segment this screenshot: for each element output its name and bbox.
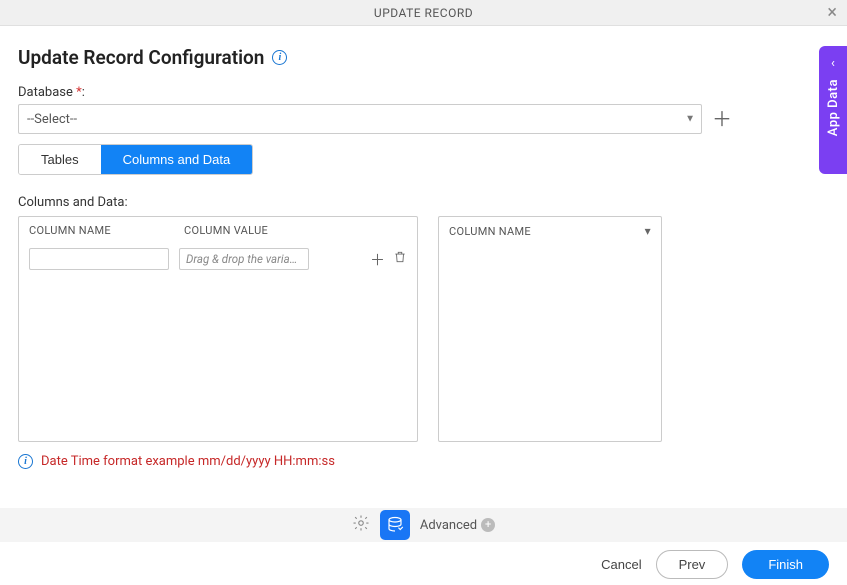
column-value-header: COLUMN VALUE xyxy=(184,224,407,237)
database-label-text: Database xyxy=(18,85,73,100)
chevron-left-icon: ‹ xyxy=(831,56,835,71)
delete-row-icon[interactable] xyxy=(393,250,407,268)
page-title-row: Update Record Configuration i xyxy=(18,46,829,69)
column-row: Drag & drop the varia… ＋ xyxy=(19,244,417,274)
footer: Cancel Prev Finish xyxy=(0,543,847,585)
hint-row: i Date Time format example mm/dd/yyyy HH… xyxy=(18,454,829,469)
side-panel-toggle[interactable]: ‹ App Data xyxy=(819,46,847,174)
column-name-input[interactable] xyxy=(29,248,169,270)
page-title: Update Record Configuration xyxy=(18,46,264,69)
tab-tables[interactable]: Tables xyxy=(19,145,101,174)
prev-button[interactable]: Prev xyxy=(656,550,729,579)
column-value-input[interactable]: Drag & drop the varia… xyxy=(179,248,309,270)
filter-icon[interactable]: ▾ xyxy=(645,224,651,238)
side-panel-label: App Data xyxy=(826,79,841,136)
tabs: Tables Columns and Data xyxy=(18,144,253,175)
database-select-row: --Select-- ▼ ＋ xyxy=(18,104,829,134)
database-icon[interactable] xyxy=(380,510,410,540)
database-select[interactable]: --Select-- ▼ xyxy=(18,104,702,134)
database-select-value: --Select-- xyxy=(27,112,77,127)
add-row-icon[interactable]: ＋ xyxy=(370,249,385,270)
datetime-hint: Date Time format example mm/dd/yyyy HH:m… xyxy=(41,454,335,469)
available-columns-panel: COLUMN NAME ▾ xyxy=(438,216,662,442)
add-database-icon[interactable]: ＋ xyxy=(712,109,732,129)
database-label: Database *: xyxy=(18,85,829,100)
left-panel-header: COLUMN NAME COLUMN VALUE xyxy=(19,217,417,244)
advanced-text: Advanced xyxy=(420,518,477,533)
info-icon: i xyxy=(18,454,33,469)
right-panel-header: COLUMN NAME ▾ xyxy=(439,217,661,245)
dialog-title: UPDATE RECORD xyxy=(374,6,473,20)
column-name-header: COLUMN NAME xyxy=(29,224,184,237)
cancel-button[interactable]: Cancel xyxy=(601,557,641,572)
close-icon[interactable]: × xyxy=(827,4,837,22)
label-colon: : xyxy=(82,85,85,100)
dialog-header: UPDATE RECORD × xyxy=(0,0,847,26)
plus-circle-icon: + xyxy=(481,518,495,532)
tab-columns-and-data[interactable]: Columns and Data xyxy=(101,145,253,174)
chevron-down-icon: ▼ xyxy=(685,114,695,125)
row-actions: ＋ xyxy=(370,249,407,270)
right-column-name-header: COLUMN NAME xyxy=(449,225,531,238)
info-icon[interactable]: i xyxy=(272,50,287,65)
gear-icon[interactable] xyxy=(352,514,370,536)
content-area: Update Record Configuration i Database *… xyxy=(0,26,847,469)
finish-button[interactable]: Finish xyxy=(742,550,829,579)
columns-section-label: Columns and Data: xyxy=(18,195,829,210)
advanced-label[interactable]: Advanced + xyxy=(420,518,495,533)
toolbar: Advanced + xyxy=(0,508,847,542)
columns-values-panel: COLUMN NAME COLUMN VALUE Drag & drop the… xyxy=(18,216,418,442)
panels-row: COLUMN NAME COLUMN VALUE Drag & drop the… xyxy=(18,216,829,442)
